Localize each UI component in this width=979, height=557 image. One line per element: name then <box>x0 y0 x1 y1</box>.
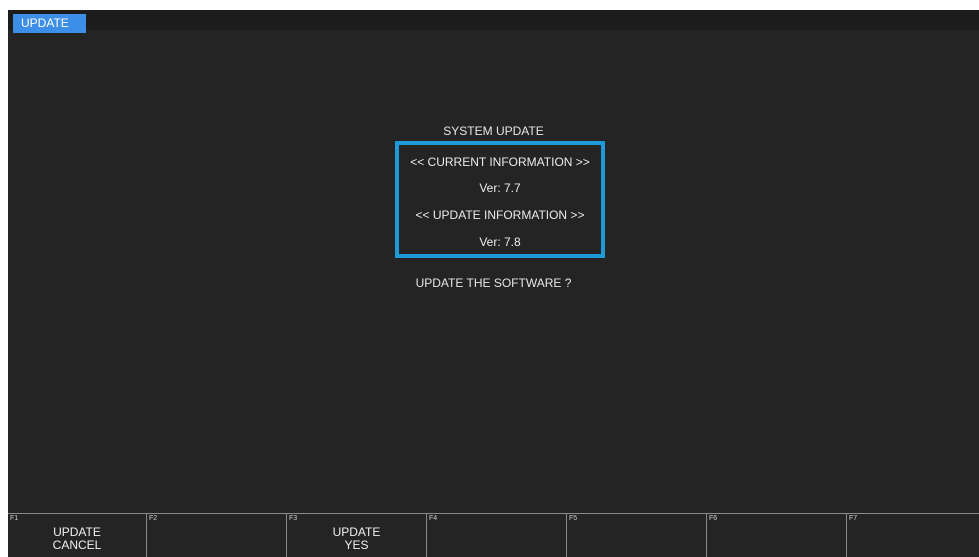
f3-update-yes-button[interactable]: F3 UPDATE YES <box>287 514 427 557</box>
fkey-number: F4 <box>429 515 438 522</box>
f5-button[interactable]: F5 <box>567 514 707 557</box>
fkey-number: F2 <box>149 515 158 522</box>
update-version: Ver: 7.8 <box>479 235 521 249</box>
fkey-number: F7 <box>849 515 858 522</box>
f4-button[interactable]: F4 <box>427 514 567 557</box>
fkey-label: UPDATE CANCEL <box>52 525 102 552</box>
f1-update-cancel-button[interactable]: F1 UPDATE CANCEL <box>8 514 147 557</box>
f6-button[interactable]: F6 <box>707 514 847 557</box>
current-version: Ver: 7.7 <box>479 181 521 195</box>
fkey-number: F1 <box>10 515 19 522</box>
current-info-header: << CURRENT INFORMATION >> <box>410 155 590 169</box>
version-info-box: << CURRENT INFORMATION >> Ver: 7.7 << UP… <box>395 141 605 258</box>
screen: UPDATE SYSTEM UPDATE << CURRENT INFORMAT… <box>8 10 979 557</box>
fkey-number: F6 <box>709 515 718 522</box>
top-bar: UPDATE <box>8 10 979 33</box>
f7-button[interactable]: F7 <box>847 514 979 557</box>
function-key-bar: F1 UPDATE CANCEL F2 F3 UPDATE YES F4 F5 … <box>8 513 979 557</box>
fkey-number: F5 <box>569 515 578 522</box>
fkey-label: UPDATE YES <box>332 525 381 552</box>
update-prompt: UPDATE THE SOFTWARE ? <box>415 276 572 290</box>
update-info-header: << UPDATE INFORMATION >> <box>415 208 585 222</box>
tab-update[interactable]: UPDATE <box>13 14 86 33</box>
fkey-number: F3 <box>289 515 298 522</box>
dialog-title: SYSTEM UPDATE <box>443 124 544 138</box>
f2-button[interactable]: F2 <box>147 514 287 557</box>
